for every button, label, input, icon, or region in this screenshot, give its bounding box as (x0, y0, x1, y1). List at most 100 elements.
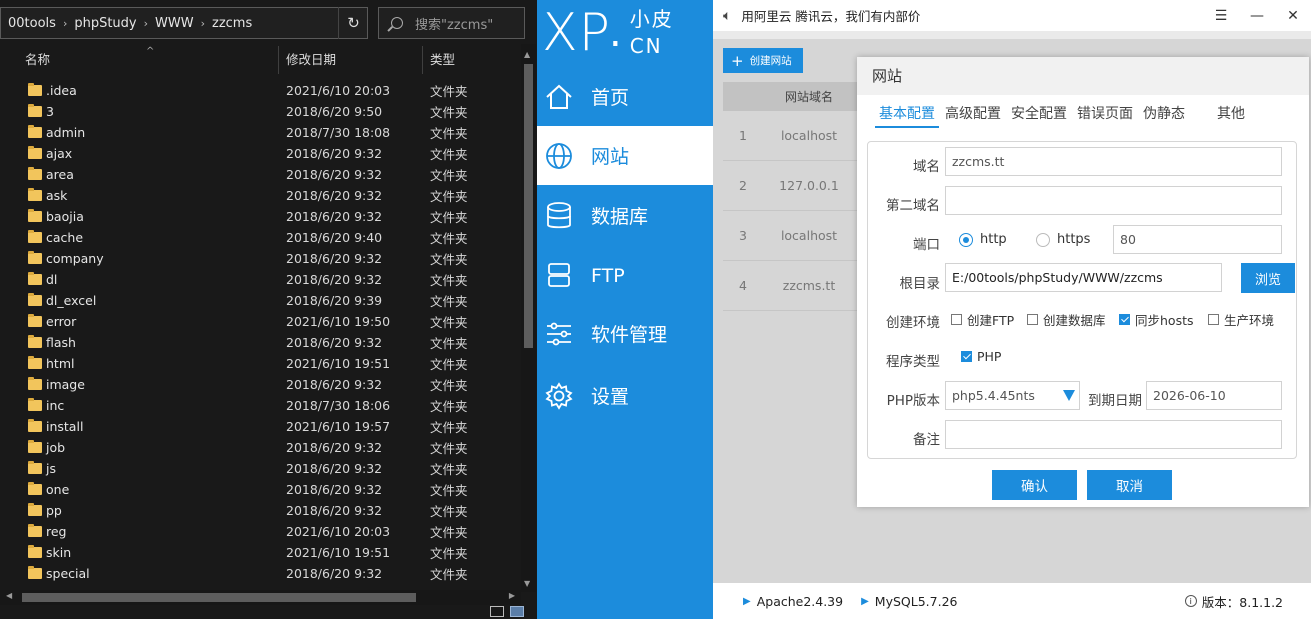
minimize-icon[interactable]: — (1239, 0, 1275, 31)
expire-date-field[interactable]: 2026-06-10 (1146, 381, 1282, 410)
file-row[interactable]: ask 2018/6/20 9:32 文件夹 (18, 185, 520, 206)
table-row[interactable]: 1 localhost (723, 111, 857, 161)
https-radio[interactable]: https (1036, 232, 1090, 247)
create-site-button[interactable]: + 创建网站 (723, 48, 803, 73)
file-row[interactable]: special 2018/6/20 9:32 文件夹 (18, 563, 520, 584)
file-row[interactable]: error 2021/6/10 19:50 文件夹 (18, 311, 520, 332)
breadcrumb-3[interactable]: zzcms (205, 16, 259, 31)
column-name-header[interactable]: 名称 ^ (18, 46, 279, 74)
file-row[interactable]: admin 2018/7/30 18:08 文件夹 (18, 122, 520, 143)
file-row[interactable]: ajax 2018/6/20 9:32 文件夹 (18, 143, 520, 164)
column-type-header[interactable]: 类型 (423, 46, 520, 74)
scroll-right-icon[interactable]: ▶ (509, 591, 515, 600)
file-type: 文件夹 (430, 462, 468, 477)
file-row[interactable]: company 2018/6/20 9:32 文件夹 (18, 248, 520, 269)
file-name: skin (46, 545, 72, 560)
scroll-left-icon[interactable]: ◀ (6, 591, 12, 600)
env-option-checkbox[interactable]: 同步hosts (1119, 310, 1194, 329)
sidebar-item-home[interactable]: 首页 (537, 67, 713, 126)
tab-other[interactable]: 其他 (1213, 99, 1249, 128)
site-num: 1 (739, 128, 747, 143)
horizontal-scrollbar[interactable]: ◀ ▶ (0, 590, 521, 605)
file-row[interactable]: pp 2018/6/20 9:32 文件夹 (18, 500, 520, 521)
file-type: 文件夹 (430, 420, 468, 435)
file-row[interactable]: dl 2018/6/20 9:32 文件夹 (18, 269, 520, 290)
file-row[interactable]: reg 2021/6/10 20:03 文件夹 (18, 521, 520, 542)
file-row[interactable]: job 2018/6/20 9:32 文件夹 (18, 437, 520, 458)
sidebar-item-software[interactable]: 软件管理 (537, 304, 713, 363)
file-row[interactable]: js 2018/6/20 9:32 文件夹 (18, 458, 520, 479)
second-domain-label: 第二域名 (886, 198, 940, 214)
tab-error-page[interactable]: 错误页面 (1073, 99, 1137, 128)
scroll-down-icon[interactable]: ▼ (524, 579, 530, 588)
file-row[interactable]: flash 2018/6/20 9:32 文件夹 (18, 332, 520, 353)
note-field[interactable] (945, 420, 1282, 449)
file-row[interactable]: area 2018/6/20 9:32 文件夹 (18, 164, 520, 185)
scroll-thumb[interactable] (524, 64, 533, 348)
folder-icon (28, 125, 42, 138)
apache-status[interactable]: ▶ Apache2.4.39 (743, 594, 843, 609)
sidebar-item-website[interactable]: 网站 (537, 126, 713, 185)
close-icon[interactable]: ✕ (1275, 0, 1311, 31)
sidebar-item-database[interactable]: 数据库 (537, 186, 713, 245)
details-view-icon[interactable] (490, 606, 504, 617)
browse-button[interactable]: 浏览 (1241, 263, 1295, 293)
file-date: 2018/6/20 9:32 (286, 167, 383, 182)
breadcrumb-0[interactable]: 00tools (1, 16, 63, 31)
play-icon: ▶ (861, 595, 869, 607)
breadcrumb-1[interactable]: phpStudy (67, 16, 143, 31)
file-row[interactable]: dl_excel 2018/6/20 9:39 文件夹 (18, 290, 520, 311)
breadcrumb-2[interactable]: WWW (148, 16, 201, 31)
scroll-up-icon[interactable]: ▲ (524, 50, 530, 59)
tab-advanced[interactable]: 高级配置 (941, 99, 1005, 128)
program-php-checkbox[interactable]: PHP (961, 349, 1001, 364)
file-row[interactable]: install 2021/6/10 19:57 文件夹 (18, 416, 520, 437)
folder-icon (28, 104, 42, 117)
file-name-cell: .idea (18, 83, 279, 98)
table-row[interactable]: 4 zzcms.tt (723, 261, 857, 311)
file-name-cell: dl_excel (18, 293, 279, 308)
search-input[interactable]: 搜索"zzcms" (378, 7, 525, 39)
address-bar[interactable]: 00tools › phpStudy › WWW › zzcms (0, 7, 368, 39)
menu-icon[interactable]: ☰ (1203, 0, 1239, 31)
large-icons-view-icon[interactable] (510, 606, 524, 617)
file-row[interactable]: 3 2018/6/20 9:50 文件夹 (18, 101, 520, 122)
file-name: company (46, 251, 104, 266)
confirm-button[interactable]: 确认 (992, 470, 1077, 500)
promo-banner[interactable]: 用阿里云 腾讯云，我们有内部价 (741, 6, 920, 25)
file-name: inc (46, 398, 65, 413)
cancel-button[interactable]: 取消 (1087, 470, 1172, 500)
mysql-status[interactable]: ▶ MySQL5.7.26 (861, 594, 957, 609)
tab-rewrite[interactable]: 伪静态 (1139, 99, 1189, 128)
file-row[interactable]: image 2018/6/20 9:32 文件夹 (18, 374, 520, 395)
file-row[interactable]: .idea 2021/6/10 20:03 文件夹 (18, 80, 520, 101)
dialog-title: 网站 (857, 57, 1309, 95)
env-option-checkbox[interactable]: 创建数据库 (1027, 310, 1106, 329)
php-version-select[interactable]: php5.4.45nts (945, 381, 1080, 410)
sidebar-item-ftp[interactable]: FTP (537, 246, 713, 305)
file-name-cell: js (18, 461, 279, 476)
domain-field[interactable]: zzcms.tt (945, 147, 1282, 176)
env-option-checkbox[interactable]: 生产环境 (1208, 310, 1274, 329)
file-row[interactable]: inc 2018/7/30 18:06 文件夹 (18, 395, 520, 416)
tab-basic[interactable]: 基本配置 (875, 99, 939, 128)
logo-sub-bottom: CN (629, 34, 663, 58)
env-option-checkbox[interactable]: 创建FTP (951, 310, 1014, 329)
scroll-thumb-horizontal[interactable] (22, 593, 416, 602)
table-row[interactable]: 3 localhost (723, 211, 857, 261)
column-date-header[interactable]: 修改日期 (279, 46, 423, 74)
vertical-scrollbar[interactable]: ▲ ▼ (521, 44, 536, 592)
tab-security[interactable]: 安全配置 (1007, 99, 1071, 128)
sidebar-item-settings[interactable]: 设置 (537, 366, 713, 425)
table-row[interactable]: 2 127.0.0.1 (723, 161, 857, 211)
file-row[interactable]: skin 2021/6/10 19:51 文件夹 (18, 542, 520, 563)
root-dir-field[interactable]: E:/00tools/phpStudy/WWW/zzcms (945, 263, 1222, 292)
file-row[interactable]: cache 2018/6/20 9:40 文件夹 (18, 227, 520, 248)
second-domain-field[interactable] (945, 186, 1282, 215)
refresh-icon[interactable]: ↻ (338, 7, 368, 39)
file-row[interactable]: baojia 2018/6/20 9:32 文件夹 (18, 206, 520, 227)
file-row[interactable]: one 2018/6/20 9:32 文件夹 (18, 479, 520, 500)
port-field[interactable]: 80 (1113, 225, 1282, 254)
http-radio[interactable]: http (959, 232, 1007, 247)
file-row[interactable]: html 2021/6/10 19:51 文件夹 (18, 353, 520, 374)
